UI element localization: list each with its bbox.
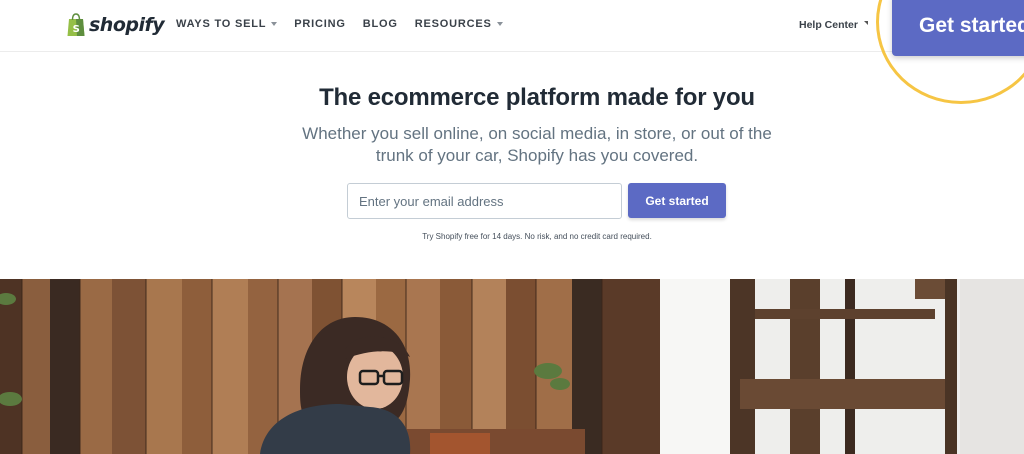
nav-label: BLOG	[362, 18, 398, 30]
trial-note: Try Shopify free for 14 days. No risk, a…	[422, 232, 652, 241]
nav-pricing[interactable]: PRICING	[294, 18, 345, 30]
chevron-down-icon	[271, 22, 278, 26]
chevron-down-icon	[496, 22, 503, 26]
help-center-label: Help Center	[799, 19, 858, 31]
hero-subtitle: Whether you sell online, on social media…	[302, 124, 772, 165]
nav-label: RESOURCES	[414, 18, 492, 30]
email-input[interactable]	[347, 183, 622, 219]
shopping-bag-icon: S	[66, 13, 86, 37]
hero-get-started-button[interactable]: Get started	[628, 183, 726, 218]
hero-photo	[0, 279, 1024, 454]
main-nav: WAYS TO SELL PRICING BLOG RESOURCES	[176, 18, 503, 30]
nav-resources[interactable]: RESOURCES	[415, 18, 503, 30]
site-header: S shopify WAYS TO SELL PRICING BLOG RESO…	[0, 0, 1024, 56]
logo-wordmark: shopify	[89, 14, 165, 36]
header-get-started-button[interactable]: Get started	[892, 0, 1024, 56]
external-link-icon	[863, 21, 868, 25]
help-center-link[interactable]: Help Center	[799, 19, 868, 31]
shopify-logo[interactable]: S shopify	[66, 12, 165, 38]
svg-text:S: S	[73, 24, 80, 35]
nav-ways-to-sell[interactable]: WAYS TO SELL	[176, 18, 278, 30]
nav-label: WAYS TO SELL	[176, 18, 267, 30]
page-title: The ecommerce platform made for you	[319, 84, 755, 111]
nav-label: PRICING	[294, 18, 346, 30]
nav-blog[interactable]: BLOG	[363, 18, 398, 30]
